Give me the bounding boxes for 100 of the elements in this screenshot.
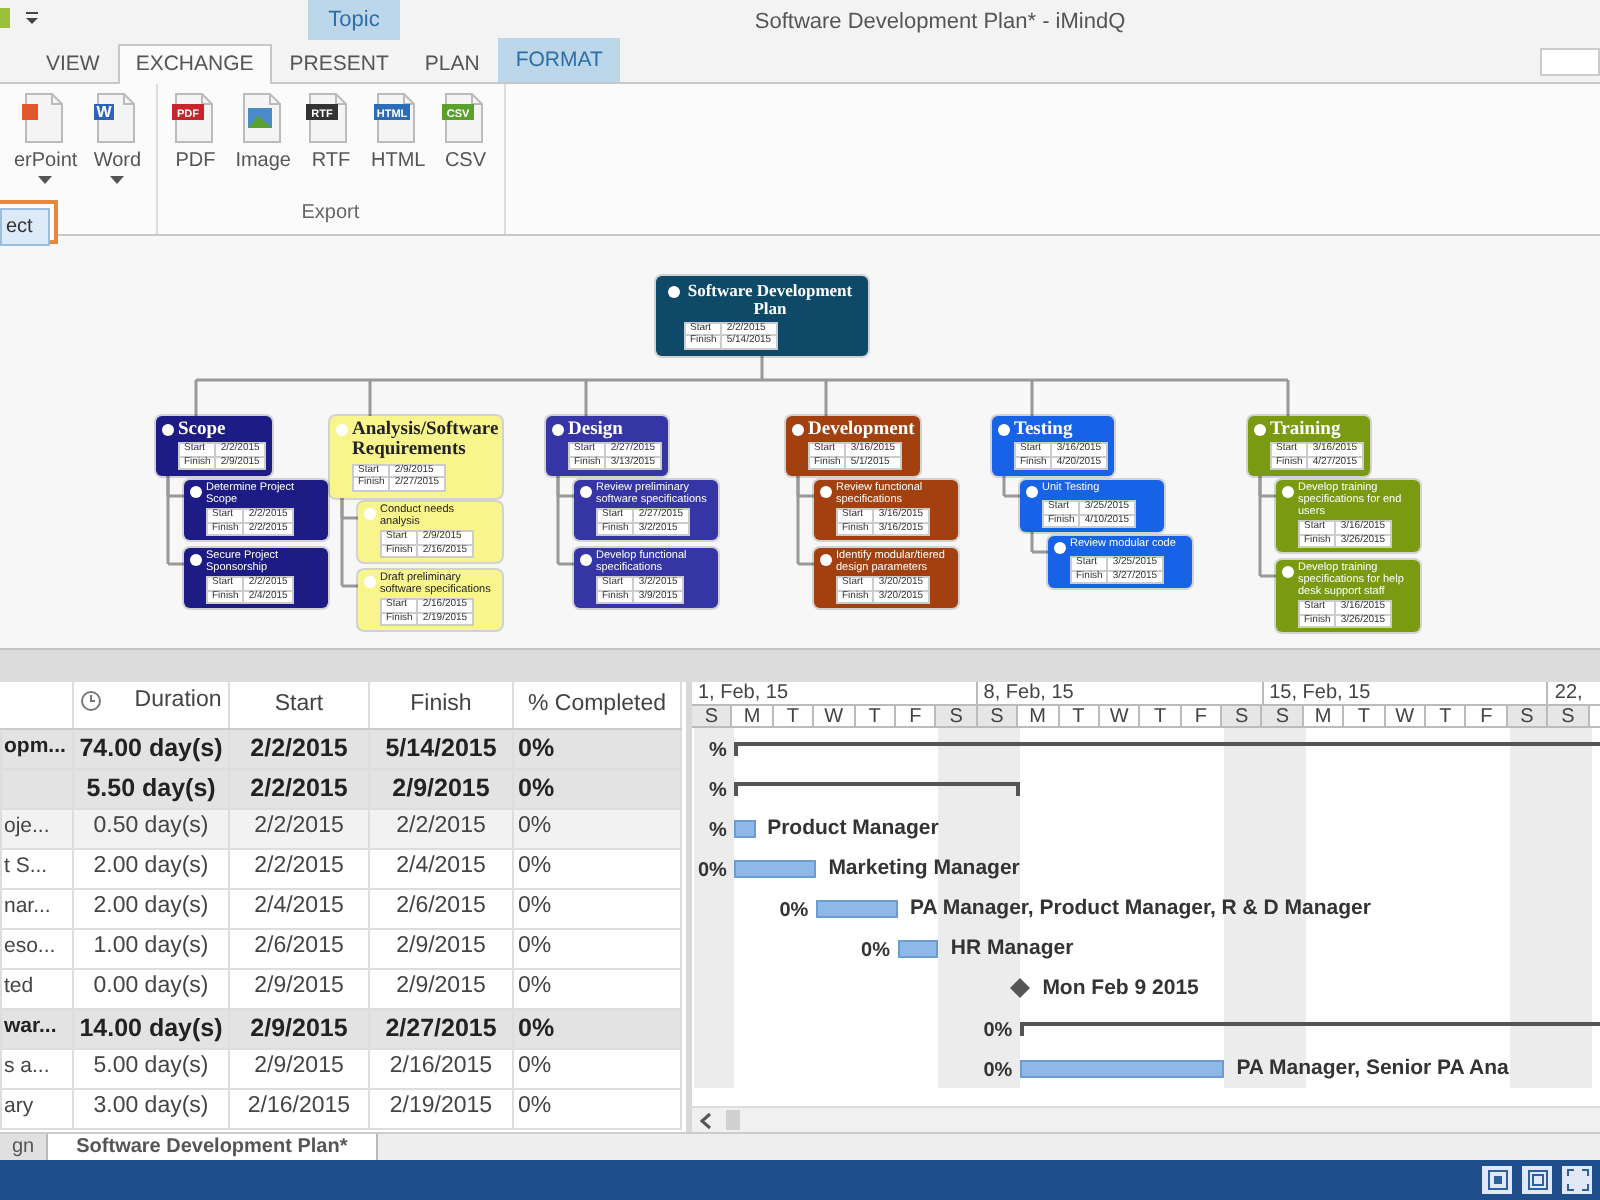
table-cell: 0% — [518, 854, 552, 879]
task-name: war... — [4, 1014, 57, 1039]
document-tab[interactable]: gn — [0, 1134, 49, 1160]
topic-title: Design — [568, 420, 623, 441]
topic-dot-icon — [1254, 424, 1266, 436]
day-header: W — [814, 705, 856, 726]
topic-dot-icon — [1026, 486, 1038, 498]
document-tab[interactable]: Software Development Plan* — [48, 1134, 378, 1160]
topic-dot-icon — [668, 286, 680, 298]
resource-label: Marketing Manager — [828, 854, 1020, 884]
task-name: ted — [4, 974, 34, 999]
column-header[interactable]: Duration — [134, 684, 222, 719]
ribbon-tab[interactable]: FORMAT — [497, 38, 621, 82]
day-header: S — [936, 705, 978, 726]
ribbon-tab[interactable]: PRESENT — [271, 43, 407, 82]
file-icon — [306, 93, 348, 143]
topic-title: Software Development Plan — [685, 282, 855, 320]
percent-label: 0% — [983, 1018, 1013, 1046]
table-cell: 2/2/2015 — [254, 814, 344, 839]
table-cell: 2/9/2015 — [254, 1054, 344, 1079]
column-header[interactable]: % Completed — [527, 691, 667, 716]
percent-label: 0% — [983, 1058, 1013, 1086]
table-cell: 0% — [518, 894, 552, 919]
table-cell: 2/19/2015 — [389, 1094, 493, 1119]
ribbon-tab[interactable]: VIEW — [28, 43, 118, 82]
scrollbar-thumb[interactable] — [726, 1110, 740, 1130]
export-button[interactable]: Image — [229, 84, 297, 176]
table-cell: 2/16/2015 — [247, 1094, 351, 1119]
dropdown-caret-icon[interactable] — [110, 176, 125, 186]
ribbon-tab[interactable]: PLAN — [406, 43, 498, 82]
table-cell: 14.00 day(s) — [79, 1013, 223, 1042]
scroll-left-icon[interactable] — [700, 1111, 714, 1129]
app-icon — [0, 8, 12, 28]
day-header: T — [855, 705, 896, 726]
column-header[interactable]: Finish — [410, 691, 472, 716]
resource-label: PA Manager, Product Manager, R & D Manager — [910, 894, 1371, 924]
week-label: 15, Feb, 15 — [1269, 682, 1371, 704]
task-name: eso... — [4, 934, 56, 959]
day-header: T — [1140, 705, 1182, 726]
percent-label: % — [708, 778, 727, 806]
table-cell: 3.00 day(s) — [93, 1094, 209, 1119]
milestone-diamond[interactable] — [1010, 978, 1031, 998]
task-name: ary — [4, 1094, 34, 1119]
topic-dot-icon — [820, 486, 832, 498]
day-header: M — [732, 705, 774, 726]
table-cell: 2/6/2015 — [396, 894, 486, 919]
table-cell: 2.00 day(s) — [93, 894, 209, 919]
export-button[interactable]: W Word — [87, 84, 148, 186]
table-cell: 0.50 day(s) — [93, 814, 209, 839]
fit-page-icon[interactable] — [1482, 1166, 1512, 1194]
topic-title: Training — [1270, 420, 1341, 441]
week-label: 8, Feb, 15 — [983, 682, 1074, 704]
table-cell: 2/16/2015 — [389, 1054, 493, 1079]
topic-title: Development — [808, 420, 915, 441]
column-header[interactable]: Start — [274, 691, 324, 716]
task-name: t S... — [4, 854, 48, 879]
dropdown-caret-icon[interactable] — [38, 176, 53, 186]
file-icon — [441, 93, 483, 143]
topic-dot-icon — [1282, 486, 1294, 498]
table-cell: 2/9/2015 — [396, 934, 486, 959]
file-icon — [374, 93, 416, 143]
actual-size-icon[interactable] — [1522, 1166, 1552, 1194]
table-cell: 2/9/2015 — [396, 974, 486, 999]
topic-dot-icon — [190, 486, 202, 498]
table-cell: 0% — [518, 974, 552, 999]
customize-dropdown-icon[interactable] — [24, 10, 40, 26]
table-cell: 0% — [518, 934, 552, 959]
table-cell: 2/9/2015 — [254, 974, 344, 999]
week-label: 22, — [1554, 682, 1583, 704]
topic-title: Testing — [1014, 420, 1073, 441]
table-cell: 74.00 day(s) — [79, 733, 223, 762]
week-label: 1, Feb, 15 — [698, 682, 789, 704]
ribbon-tab[interactable]: EXCHANGE — [117, 43, 272, 84]
table-cell: 2/9/2015 — [250, 1013, 348, 1042]
table-cell: 5.50 day(s) — [86, 773, 216, 802]
topic-dot-icon — [580, 554, 592, 566]
file-icon — [242, 93, 281, 143]
table-cell: 2/4/2015 — [254, 894, 344, 919]
resource-label: Mon Feb 9 2015 — [1042, 974, 1199, 1004]
topic-dot-icon — [336, 424, 348, 436]
table-cell: 2/2/2015 — [396, 814, 486, 839]
table-cell: 0% — [518, 1054, 552, 1079]
topic-dot-icon — [190, 554, 202, 566]
topic-dot-icon — [580, 486, 592, 498]
window-title: Software Development Plan* - iMindQ — [752, 8, 1128, 38]
group-label: Export — [299, 200, 362, 228]
topic-title: Analysis/Software Requirements — [352, 420, 499, 462]
resource-label: PA Manager, Senior PA Ana — [1236, 1054, 1509, 1084]
table-cell: 2/2/2015 — [250, 773, 348, 802]
table-cell: 2/9/2015 — [392, 773, 490, 802]
topic-dot-icon — [364, 576, 376, 588]
percent-label: 0% — [697, 858, 727, 886]
export-button[interactable]: erPoint — [8, 84, 84, 186]
full-screen-icon[interactable] — [1562, 1166, 1592, 1194]
menu-item[interactable]: ect — [0, 208, 50, 246]
ribbon-search-field[interactable] — [1540, 48, 1600, 76]
topic-dot-icon — [552, 424, 564, 436]
task-name: oje... — [4, 814, 50, 839]
table-cell: 5.00 day(s) — [93, 1054, 209, 1079]
topic-dot-icon — [364, 508, 376, 520]
